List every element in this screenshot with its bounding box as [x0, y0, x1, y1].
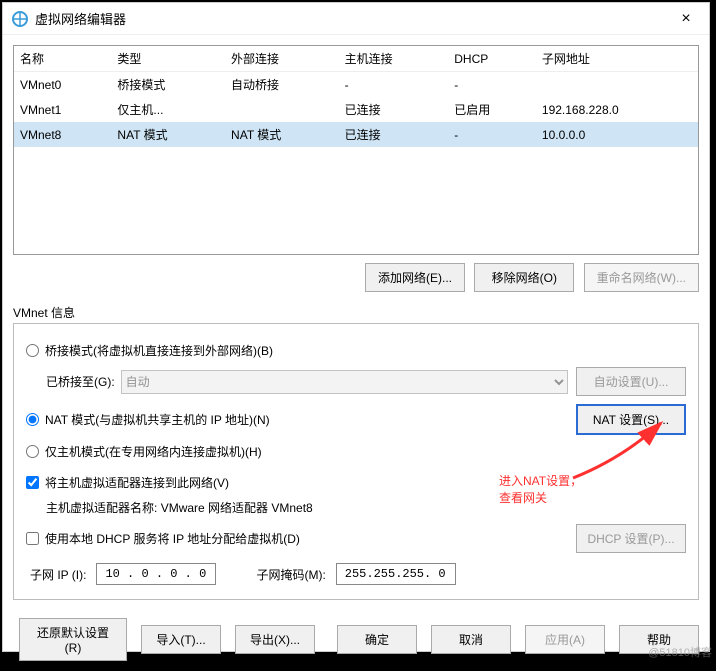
bridged-to-label: 已桥接至(G): — [46, 373, 115, 390]
bridge-radio[interactable] — [26, 344, 39, 357]
subnet-ip-input[interactable]: 10 . 0 . 0 . 0 — [96, 563, 216, 585]
adapter-name-value: VMware 网络适配器 VMnet8 — [161, 499, 313, 516]
nat-label: NAT 模式(与虚拟机共享主机的 IP 地址)(N) — [45, 411, 270, 428]
bridged-to-select: 自动 — [121, 370, 568, 394]
hostonly-label: 仅主机模式(在专用网络内连接虚拟机)(H) — [45, 443, 262, 460]
vmnet-info-label: VMnet 信息 — [13, 304, 699, 321]
table-row[interactable]: VMnet1 仅主机... 已连接 已启用 192.168.228.0 — [14, 97, 698, 122]
dhcp-settings-button: DHCP 设置(P)... — [576, 524, 686, 553]
hostonly-radio[interactable] — [26, 445, 39, 458]
connect-adapter-label: 将主机虚拟适配器连接到此网络(V) — [45, 474, 229, 491]
restore-defaults-button[interactable]: 还原默认设置(R) — [19, 618, 127, 661]
export-button[interactable]: 导出(X)... — [235, 625, 315, 654]
use-dhcp-label: 使用本地 DHCP 服务将 IP 地址分配给虚拟机(D) — [45, 530, 300, 547]
col-name[interactable]: 名称 — [14, 46, 111, 72]
bridge-label: 桥接模式(将虚拟机直接连接到外部网络)(B) — [45, 342, 273, 359]
col-type[interactable]: 类型 — [111, 46, 225, 72]
import-button[interactable]: 导入(T)... — [141, 625, 221, 654]
watermark: @51810博客 — [648, 644, 712, 660]
table-row-selected[interactable]: VMnet8 NAT 模式 NAT 模式 已连接 - 10.0.0.0 — [14, 122, 698, 147]
col-host[interactable]: 主机连接 — [339, 46, 449, 72]
col-dhcp[interactable]: DHCP — [448, 46, 536, 72]
subnet-mask-label: 子网掩码(M): — [256, 566, 325, 583]
nat-radio[interactable] — [26, 413, 39, 426]
network-table[interactable]: 名称 类型 外部连接 主机连接 DHCP 子网地址 VMnet0 桥接模式 自动… — [13, 45, 699, 255]
window-title: 虚拟网络编辑器 — [35, 9, 671, 28]
ok-button[interactable]: 确定 — [337, 625, 417, 654]
nat-settings-button[interactable]: NAT 设置(S)... — [576, 404, 686, 435]
rename-network-button: 重命名网络(W)... — [584, 263, 699, 292]
cancel-button[interactable]: 取消 — [431, 625, 511, 654]
col-subnet[interactable]: 子网地址 — [536, 46, 698, 72]
close-button[interactable]: × — [671, 10, 701, 28]
table-row[interactable]: VMnet0 桥接模式 自动桥接 - - — [14, 72, 698, 98]
auto-settings-button: 自动设置(U)... — [576, 367, 686, 396]
add-network-button[interactable]: 添加网络(E)... — [365, 263, 465, 292]
app-icon — [11, 10, 29, 28]
col-ext[interactable]: 外部连接 — [225, 46, 339, 72]
apply-button: 应用(A) — [525, 625, 605, 654]
subnet-ip-label: 子网 IP (I): — [30, 566, 86, 583]
subnet-mask-input[interactable]: 255.255.255. 0 — [336, 563, 456, 585]
remove-network-button[interactable]: 移除网络(O) — [474, 263, 574, 292]
vmnet-info-panel: 桥接模式(将虚拟机直接连接到外部网络)(B) 已桥接至(G): 自动 自动设置(… — [13, 323, 699, 600]
use-dhcp-checkbox[interactable] — [26, 532, 39, 545]
connect-adapter-checkbox[interactable] — [26, 476, 39, 489]
adapter-name-label: 主机虚拟适配器名称: — [46, 499, 157, 516]
